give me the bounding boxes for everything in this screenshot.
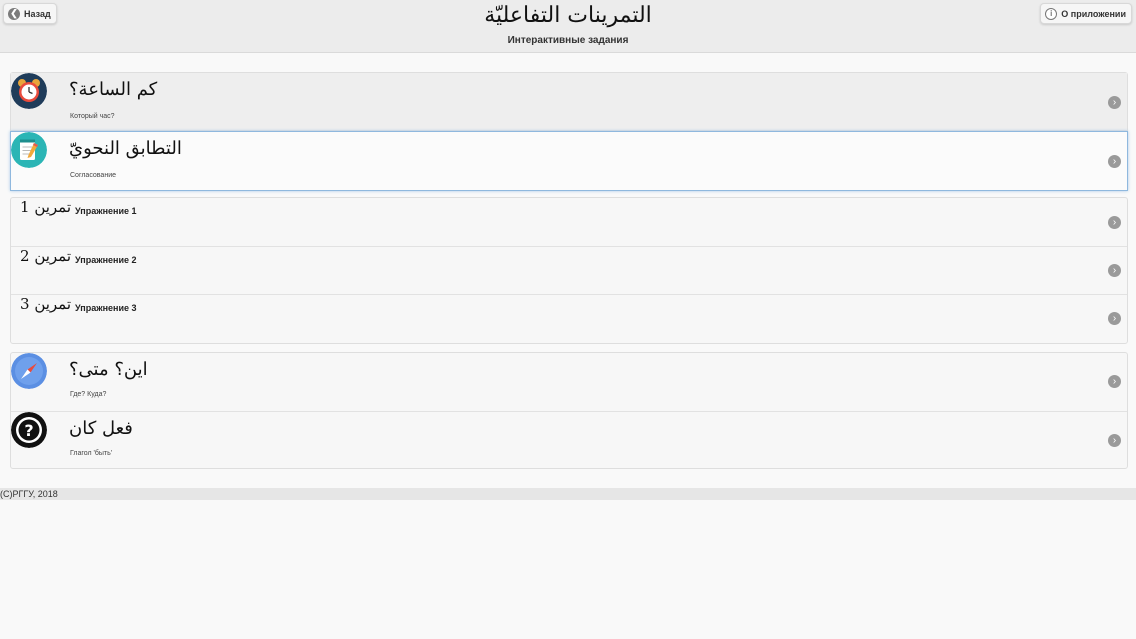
chevron-right-icon: › (1108, 375, 1121, 388)
exercise-label-ar: تمرين 2 (20, 247, 72, 265)
topic-title-ar: كم الساعة؟ (69, 79, 158, 100)
chevron-right-icon: › (1108, 216, 1121, 229)
exercise-label-ru: Упражнение 3 (75, 303, 137, 313)
list-item-exercise-1[interactable]: تمرين 1 Упражнение 1 › (11, 198, 1127, 247)
topic-subtitle-ru: Согласование (70, 172, 116, 179)
question-mark-icon: ? (11, 412, 47, 448)
chevron-right-icon: › (1108, 96, 1121, 109)
exercise-label-ar: تمرين 3 (20, 295, 72, 313)
chevron-right-icon: › (1108, 264, 1121, 277)
topic-title-ar: فعل كان (69, 418, 133, 439)
notepad-pencil-icon (11, 132, 47, 168)
chevron-right-icon: › (1108, 434, 1121, 447)
header: ❮ Назад التمرينات التفاعليّة Интерактивн… (0, 0, 1136, 53)
compass-icon (11, 353, 47, 389)
chevron-right-icon: › (1108, 312, 1121, 325)
topic-title-ar: التطابق النحويّ (69, 138, 182, 159)
page-title: التمرينات التفاعليّة (484, 3, 652, 28)
topics-group-2: اين؟ متى؟ Где? Куда? › ? فعل كان Глагол … (10, 352, 1128, 469)
topic-title-ar: اين؟ متى؟ (69, 359, 148, 380)
exercise-label-ru: Упражнение 1 (75, 206, 137, 216)
svg-text:?: ? (24, 421, 33, 440)
list-item-topic-agreement[interactable]: التطابق النحويّ Согласование › (10, 131, 1128, 191)
exercise-label-ru: Упражнение 2 (75, 255, 137, 265)
page-subtitle: Интерактивные задания (507, 35, 629, 46)
alarm-clock-icon (11, 73, 47, 109)
list-item-topic-time[interactable]: كم الساعة؟ Который час? › (11, 73, 1127, 131)
about-button-label: О приложении (1061, 8, 1126, 19)
chevron-right-icon: › (1108, 155, 1121, 168)
exercise-label-ar: تمرين 1 (20, 198, 72, 216)
topic-subtitle-ru: Глагол 'быть' (70, 450, 113, 457)
list-item-exercise-3[interactable]: تمرين 3 Упражнение 3 › (11, 295, 1127, 343)
list-item-exercise-2[interactable]: تمرين 2 Упражнение 2 › (11, 247, 1127, 295)
topics-group-1: كم الساعة؟ Который час? › التطابق النحوي… (10, 72, 1128, 191)
topic-subtitle-ru: Который час? (70, 113, 115, 120)
footer-copyright: (C)РГГУ, 2018 (0, 488, 1136, 500)
topic-subtitle-ru: Где? Куда? (70, 391, 107, 398)
list-item-topic-where[interactable]: اين؟ متى؟ Где? Куда? › (11, 353, 1127, 412)
list-item-topic-verb[interactable]: ? فعل كان Глагол 'быть' › (11, 412, 1127, 470)
about-button[interactable]: i О приложении (1040, 3, 1132, 24)
info-icon: i (1045, 7, 1058, 20)
exercises-group: تمرين 1 Упражнение 1 › تمرين 2 Упражнени… (10, 197, 1128, 344)
